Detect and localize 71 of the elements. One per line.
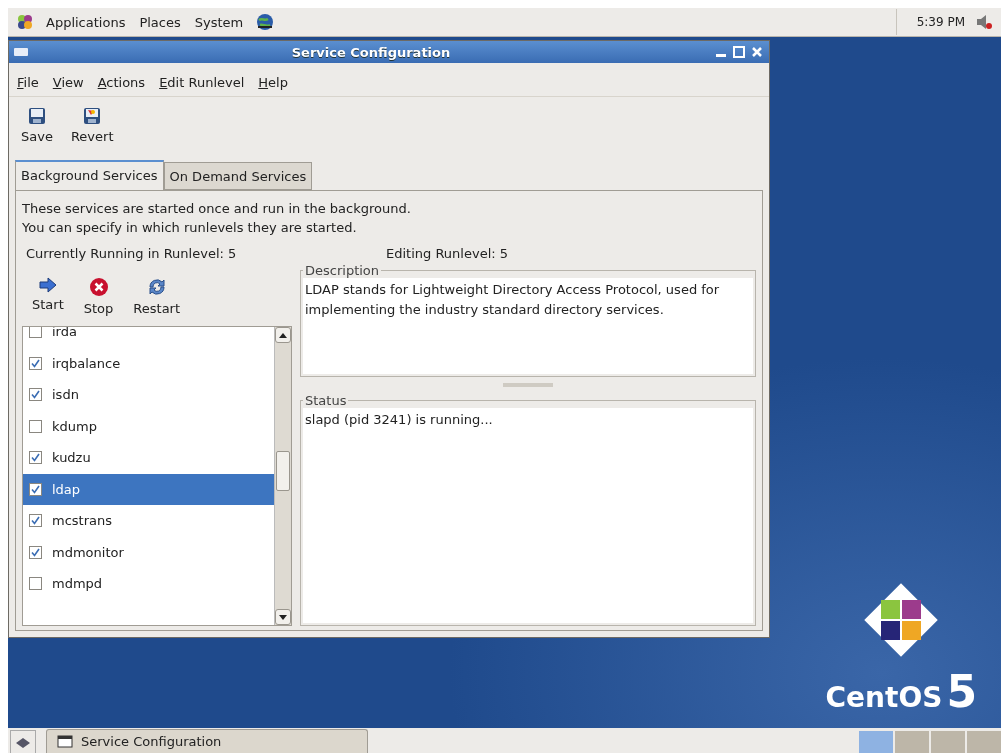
service-name: mdmonitor <box>52 544 124 560</box>
arrow-icon <box>37 277 58 293</box>
taskbar-button[interactable]: Service Configuration <box>46 729 368 753</box>
window-title: Service Configuration <box>290 44 452 60</box>
stop-icon <box>88 277 109 297</box>
window-menu-icon[interactable] <box>13 46 29 58</box>
checkbox[interactable] <box>29 419 42 433</box>
service-name: ldap <box>52 481 81 497</box>
intro-text: These services are started once and run in the background. <box>22 200 412 218</box>
toolbar-button[interactable]: Start <box>30 275 66 318</box>
checkbox[interactable] <box>29 545 42 559</box>
checkbox[interactable] <box>29 356 42 370</box>
frame-title: Status <box>304 393 348 408</box>
logo-version: 5 <box>946 670 977 714</box>
menu-item[interactable]: Help <box>258 75 288 90</box>
checkbox[interactable] <box>29 482 42 496</box>
panel-menu[interactable]: System <box>192 12 246 32</box>
clock[interactable]: 5:39 PM <box>916 15 965 29</box>
intro-text: You can specify in which runlevels they are started. <box>22 219 358 237</box>
window-icon <box>57 735 73 748</box>
flower-logo-icon[interactable] <box>16 13 34 31</box>
up-arrow-icon[interactable] <box>279 332 287 338</box>
description-text: LDAP stands for Lightweight Directory Access Protocol, used for implementing the industry standard directory services. <box>303 278 753 374</box>
toolbar-button[interactable]: Revert <box>68 105 116 146</box>
panel-menu[interactable]: Applications <box>44 12 128 32</box>
panel-menu[interactable]: Places <box>137 12 183 32</box>
checkbox[interactable] <box>29 451 42 465</box>
service-name: kudzu <box>52 450 91 466</box>
checkbox[interactable] <box>29 577 42 591</box>
service-row[interactable]: irda <box>23 327 274 348</box>
service-name: kdump <box>52 418 97 434</box>
service-row[interactable]: mdmonitor <box>23 536 274 568</box>
runlevel-label: Editing Runlevel: 5 <box>385 245 509 261</box>
menu-item[interactable]: View <box>52 75 84 90</box>
tab[interactable]: On Demand Services <box>163 162 313 190</box>
service-row[interactable]: mcstrans <box>23 505 274 537</box>
scrollbar-thumb[interactable] <box>276 451 290 491</box>
toolbar-button[interactable]: Restart <box>131 275 183 318</box>
show-desktop-button[interactable] <box>10 730 36 753</box>
service-row[interactable]: isdn <box>23 379 274 411</box>
tab[interactable]: Background Services <box>15 160 164 190</box>
checkbox[interactable] <box>29 388 42 402</box>
checkbox[interactable] <box>29 514 42 528</box>
service-row[interactable]: kdump <box>23 410 274 442</box>
service-name: irqbalance <box>52 355 121 371</box>
speaker-icon[interactable] <box>975 13 993 31</box>
desktop-icon <box>15 735 31 749</box>
service-name: isdn <box>52 387 79 403</box>
maximize-icon[interactable] <box>731 44 747 60</box>
globe-icon[interactable] <box>255 12 276 32</box>
down-arrow-icon[interactable] <box>279 614 287 620</box>
checkbox[interactable] <box>29 327 42 339</box>
menu-item[interactable]: Actions <box>97 75 146 90</box>
menu-item[interactable]: Edit Runlevel <box>159 75 245 90</box>
logo-text: CentOS <box>825 681 943 714</box>
service-name: irda <box>52 327 77 340</box>
service-name: mcstrans <box>52 513 112 529</box>
service-row[interactable]: ldap <box>23 473 274 505</box>
service-row[interactable]: mdmpd <box>23 568 274 600</box>
scrollbar[interactable] <box>274 327 291 625</box>
menu-item[interactable]: File <box>17 75 39 90</box>
status-text: slapd (pid 3241) is running... <box>303 408 753 623</box>
toolbar-button[interactable]: Stop <box>81 275 116 318</box>
service-row[interactable]: irqbalance <box>23 347 274 379</box>
frame-title: Description <box>304 263 381 278</box>
pane-handle[interactable] <box>503 383 553 387</box>
service-row[interactable]: kudzu <box>23 442 274 474</box>
runlevel-label: Currently Running in Runlevel: 5 <box>25 245 238 261</box>
service-name: mdmpd <box>52 576 103 592</box>
toolbar-button[interactable]: Save <box>19 105 55 146</box>
workspace-switcher[interactable] <box>859 731 1001 753</box>
